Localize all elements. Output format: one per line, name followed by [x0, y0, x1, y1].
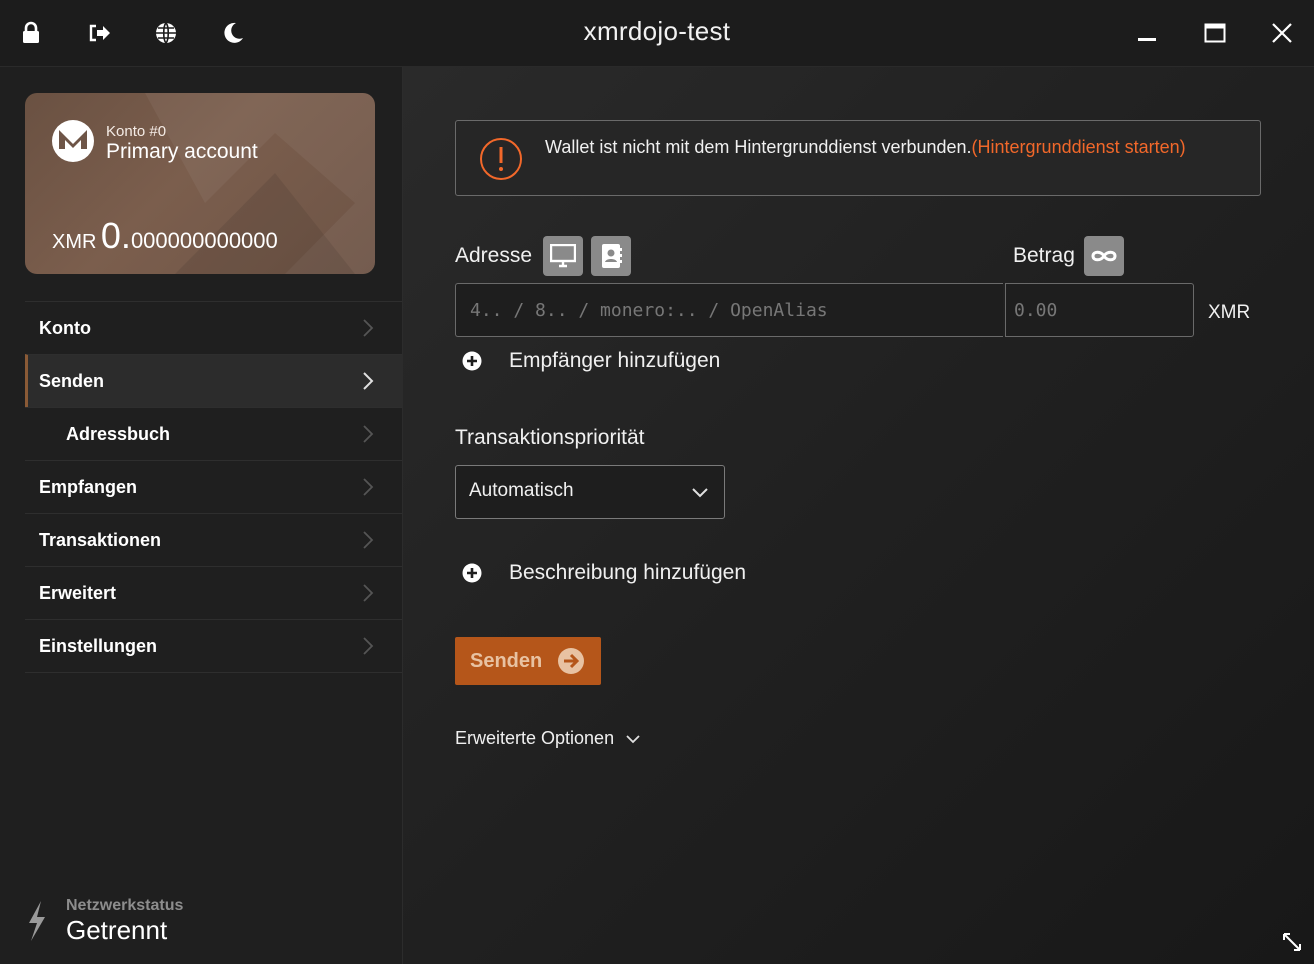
sidebar: Konto #0 Primary account XMR 0.000000000… — [0, 67, 403, 964]
balance-currency: XMR — [52, 231, 97, 253]
address-input[interactable] — [455, 283, 1003, 337]
sidebar-item-label: Konto — [39, 317, 91, 338]
add-recipient-button[interactable]: Empfänger hinzufügen — [455, 349, 720, 373]
minimize-icon[interactable] — [1130, 16, 1164, 50]
sidebar-item-label: Transaktionen — [39, 529, 162, 550]
add-description-button[interactable]: Beschreibung hinzufügen — [455, 561, 746, 585]
network-status-value: Getrennt — [66, 915, 168, 945]
monitor-icon[interactable] — [543, 236, 583, 276]
chevron-right-icon — [363, 478, 374, 496]
address-book-icon[interactable] — [591, 236, 631, 276]
close-icon[interactable] — [1265, 16, 1299, 50]
main-content: Wallet ist nicht mit dem Hintergrunddien… — [403, 67, 1314, 964]
sidebar-item-erweitert[interactable]: Erweitert — [25, 566, 402, 619]
sidebar-item-konto[interactable]: Konto — [25, 301, 402, 354]
sidebar-item-label: Einstellungen — [39, 635, 158, 656]
sidebar-item-label: Erweitert — [39, 582, 117, 603]
start-daemon-link[interactable]: (Hintergrunddienst starten) — [972, 137, 1186, 157]
sidebar-item-einstellungen[interactable]: Einstellungen — [25, 619, 402, 673]
alert-message: Wallet ist nicht mit dem Hintergrunddien… — [545, 135, 1235, 159]
sidebar-item-transaktionen[interactable]: Transaktionen — [25, 513, 402, 566]
chevron-right-icon — [363, 637, 374, 655]
plus-circle-icon — [462, 351, 482, 371]
amount-label: Betrag — [1013, 244, 1075, 267]
advanced-options-toggle[interactable]: Erweiterte Optionen — [455, 728, 642, 749]
sidebar-item-adressbuch[interactable]: Adressbuch — [25, 407, 402, 460]
address-label: Adresse — [455, 244, 533, 267]
sidebar-item-label: Adressbuch — [66, 423, 171, 444]
amount-unit: XMR — [1208, 302, 1251, 323]
sidebar-item-label: Senden — [39, 370, 105, 391]
sidebar-item-label: Empfangen — [39, 476, 138, 497]
account-name: Primary account — [106, 140, 258, 163]
advanced-options-label: Erweiterte Optionen — [455, 728, 615, 748]
monero-logo-icon — [51, 119, 95, 163]
priority-label: Transaktionspriorität — [455, 426, 645, 449]
daemon-alert: Wallet ist nicht mit dem Hintergrunddien… — [455, 120, 1261, 196]
title-bar: xmrdojo-test — [0, 0, 1314, 67]
account-number: Konto #0 — [106, 123, 167, 140]
warning-icon — [480, 138, 522, 180]
add-description-label: Beschreibung hinzufügen — [509, 561, 747, 584]
arrow-right-circle-icon — [558, 648, 584, 674]
chevron-down-icon — [626, 734, 640, 743]
account-balance: XMR 0.000000000000 — [52, 215, 278, 257]
infinity-icon[interactable] — [1084, 236, 1124, 276]
balance-integer: 0. — [100, 215, 131, 256]
sidebar-item-empfangen[interactable]: Empfangen — [25, 460, 402, 513]
network-status-label: Netzwerkstatus — [66, 897, 184, 914]
chevron-right-icon — [363, 531, 374, 549]
chevron-right-icon — [363, 584, 374, 602]
sidebar-nav: Konto Senden Adressbuch Empfangen Transa… — [25, 301, 402, 673]
add-recipient-label: Empfänger hinzufügen — [509, 349, 721, 372]
chevron-right-icon — [363, 372, 374, 390]
alert-text: Wallet ist nicht mit dem Hintergrunddien… — [545, 137, 972, 157]
window-title: xmrdojo-test — [583, 16, 731, 46]
send-button-label: Senden — [470, 649, 543, 672]
maximize-icon[interactable] — [1198, 16, 1232, 50]
plus-circle-icon — [462, 563, 482, 583]
account-card[interactable]: Konto #0 Primary account XMR 0.000000000… — [25, 93, 375, 274]
priority-value: Automatisch — [469, 480, 574, 501]
send-button[interactable]: Senden — [455, 637, 601, 685]
priority-select[interactable]: Automatisch — [455, 465, 725, 519]
chevron-right-icon — [363, 319, 374, 337]
chevron-down-icon — [692, 488, 708, 498]
chevron-right-icon — [363, 425, 374, 443]
amount-input[interactable] — [1005, 283, 1194, 337]
lightning-icon — [29, 901, 45, 941]
sidebar-item-senden[interactable]: Senden — [25, 354, 402, 407]
balance-decimals: 000000000000 — [130, 228, 278, 253]
resize-icon[interactable] — [1282, 932, 1302, 952]
